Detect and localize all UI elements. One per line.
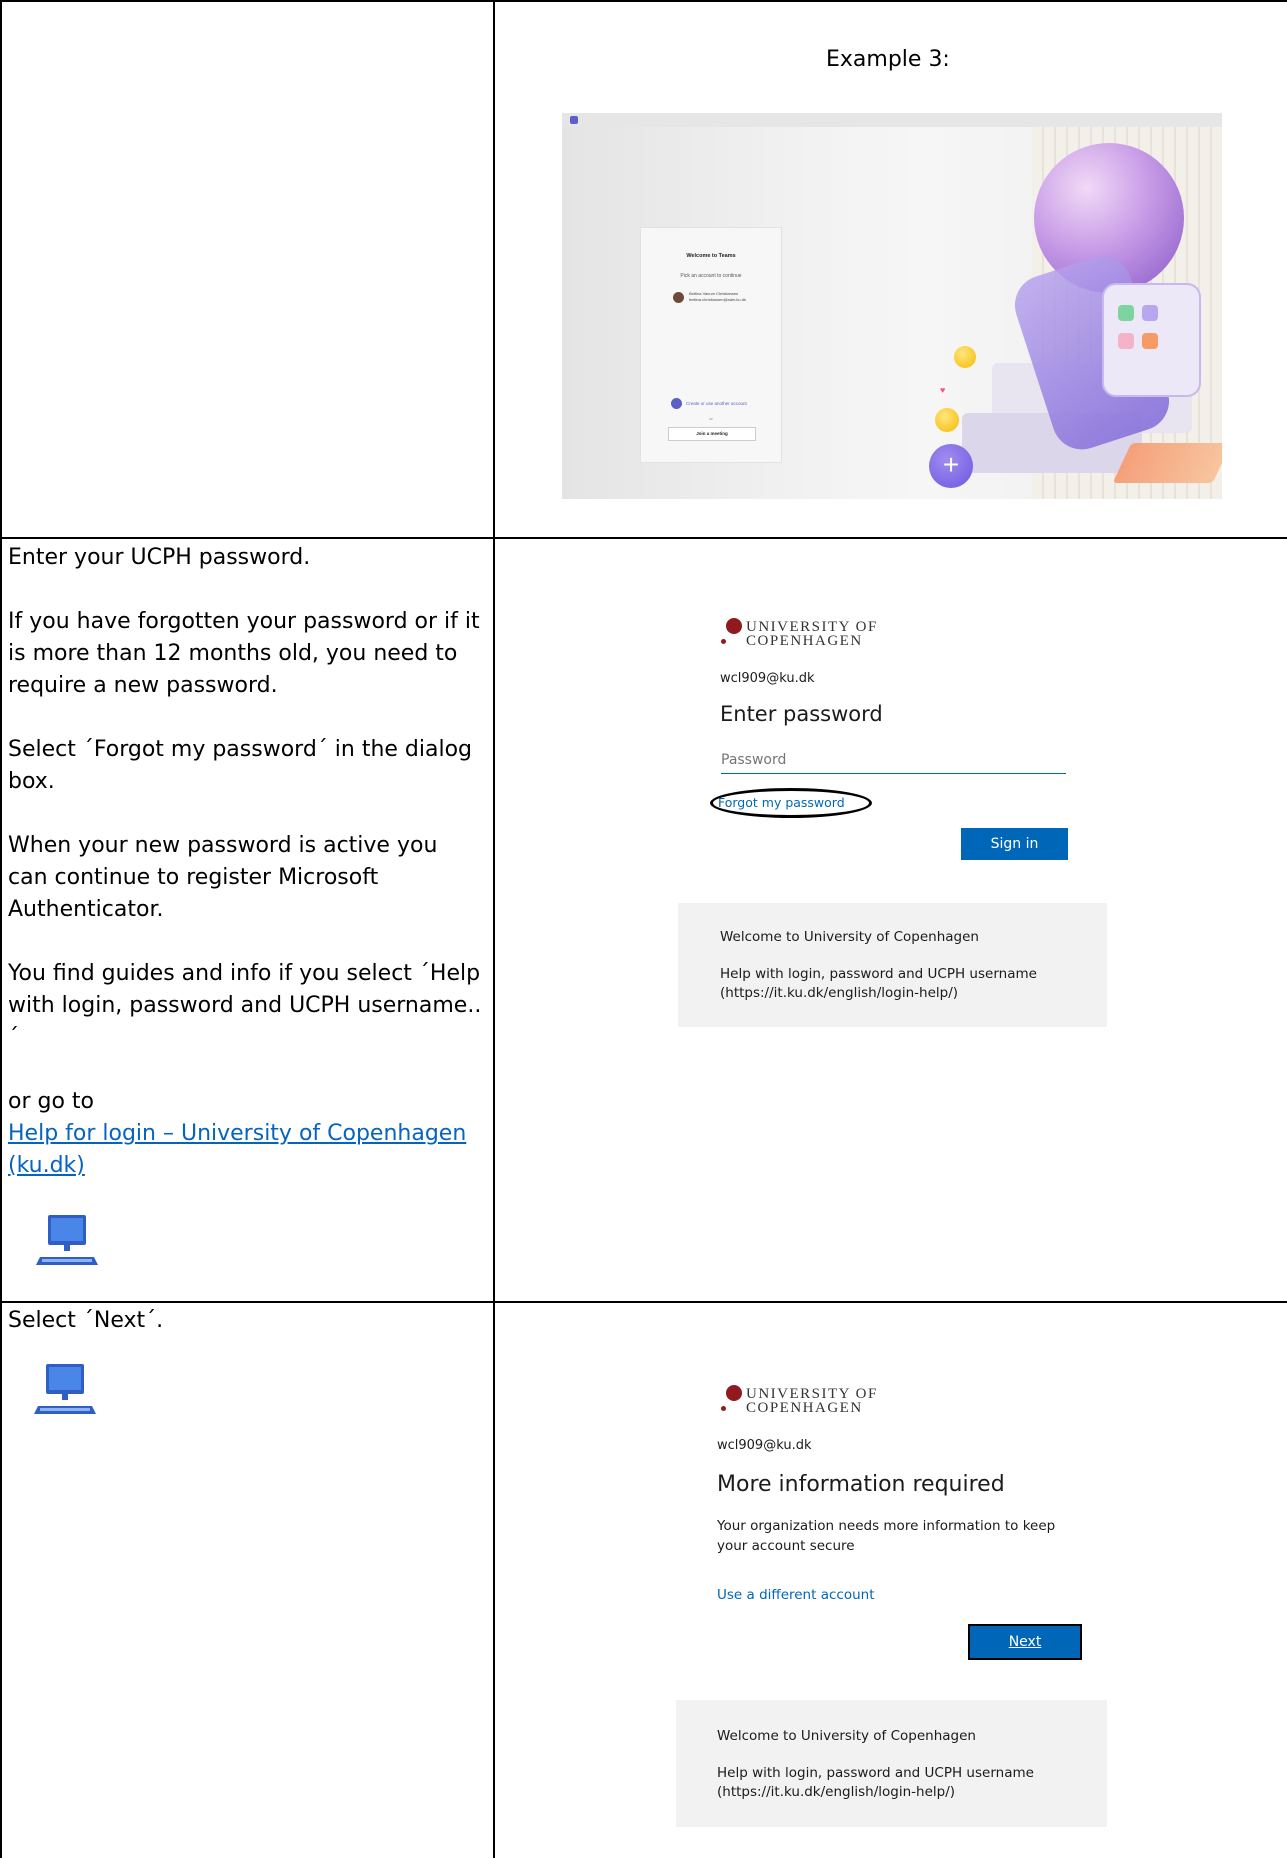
footer-help-link[interactable]: Help with login, password and UCPH usern… bbox=[720, 965, 1050, 1003]
row2-instructions: Enter your UCPH password. If you have fo… bbox=[8, 542, 483, 1182]
add-account-icon bbox=[671, 398, 682, 409]
computer-icon bbox=[36, 1215, 98, 1265]
ku-logo-line1: UNIVERSITY OF bbox=[746, 619, 878, 635]
login-username: wcl909@ku.dk bbox=[720, 671, 815, 686]
heart-icon: ♥ bbox=[940, 385, 946, 395]
decor-app-panel bbox=[1102, 283, 1201, 397]
different-account-link[interactable]: Use a different account bbox=[717, 1587, 875, 1603]
login-title: Enter password bbox=[720, 702, 883, 726]
next-button[interactable]: Next bbox=[968, 1624, 1082, 1660]
ku-logo-icon bbox=[726, 1385, 742, 1401]
window-titlebar bbox=[562, 113, 1222, 127]
laugh-emoji-icon bbox=[935, 408, 959, 432]
login-username: wcl909@ku.dk bbox=[717, 1438, 812, 1453]
login-footer: Welcome to University of Copenhagen Help… bbox=[676, 1700, 1107, 1827]
ku-logo-line2: COPENHAGEN bbox=[746, 633, 863, 649]
plus-icon: + bbox=[929, 444, 973, 488]
teams-pick-text: Pick an account to continue bbox=[680, 273, 742, 279]
join-meeting-button[interactable]: Join a meeting bbox=[668, 427, 756, 441]
table-row-divider-1 bbox=[0, 537, 1287, 539]
decor-orange-shape bbox=[1112, 443, 1222, 483]
help-login-link[interactable]: Help for login – University of Copenhage… bbox=[8, 1121, 466, 1178]
example-title: Example 3: bbox=[826, 47, 950, 72]
teams-welcome-title: Welcome to Teams bbox=[686, 253, 736, 259]
footer-welcome: Welcome to University of Copenhagen bbox=[717, 1728, 976, 1744]
instruction-forgotten: If you have forgotten your password or i… bbox=[8, 609, 480, 698]
highlight-ellipse bbox=[710, 788, 872, 818]
login-footer: Welcome to University of Copenhagen Help… bbox=[678, 903, 1107, 1027]
table-border-left bbox=[0, 0, 2, 1858]
teams-screenshot: ♥ + Welcome to Teams Pick an account to … bbox=[562, 113, 1222, 499]
teams-logo-icon bbox=[570, 116, 578, 124]
table-column-divider bbox=[493, 0, 495, 1858]
computer-icon bbox=[34, 1364, 96, 1414]
instruction-table: Example 3: ♥ + Welcome to Teams Pick an … bbox=[0, 0, 1287, 1858]
login-title: More information required bbox=[717, 1472, 1005, 1497]
login-body-text: Your organization needs more information… bbox=[717, 1518, 1056, 1554]
footer-help-link[interactable]: Help with login, password and UCPH usern… bbox=[717, 1764, 1047, 1802]
instruction-or-go-to: or go to bbox=[8, 1089, 95, 1114]
instruction-new-password: When your new password is active you can… bbox=[8, 833, 438, 922]
instruction-guides: You find guides and info if you select ´… bbox=[8, 961, 482, 1050]
table-row-divider-2 bbox=[0, 1301, 1287, 1303]
teams-account-picker: Welcome to Teams Pick an account to cont… bbox=[640, 227, 782, 463]
ku-logo-line1: UNIVERSITY OF bbox=[746, 1386, 878, 1402]
create-account-link[interactable]: Create or use another account bbox=[686, 401, 747, 406]
sign-in-button[interactable]: Sign in bbox=[961, 828, 1068, 860]
instruction-select-next: Select ´Next´. bbox=[8, 1308, 164, 1333]
instruction-enter-password: Enter your UCPH password. bbox=[8, 545, 311, 570]
account-item[interactable]: Bettina Vanum Christiansen bettina.chris… bbox=[689, 291, 746, 303]
smile-emoji-icon bbox=[954, 346, 976, 368]
account-avatar bbox=[673, 292, 684, 303]
password-field[interactable] bbox=[721, 747, 1066, 774]
footer-welcome: Welcome to University of Copenhagen bbox=[720, 929, 979, 945]
table-border-top bbox=[0, 0, 1287, 2]
or-separator: or bbox=[709, 416, 713, 421]
account-email: bettina.christiansen@adm.ku.dk bbox=[689, 297, 746, 302]
ku-logo-icon bbox=[726, 618, 742, 634]
instruction-select-forgot: Select ´Forgot my password´ in the dialo… bbox=[8, 737, 473, 794]
ku-logo-line2: COPENHAGEN bbox=[746, 1400, 863, 1416]
